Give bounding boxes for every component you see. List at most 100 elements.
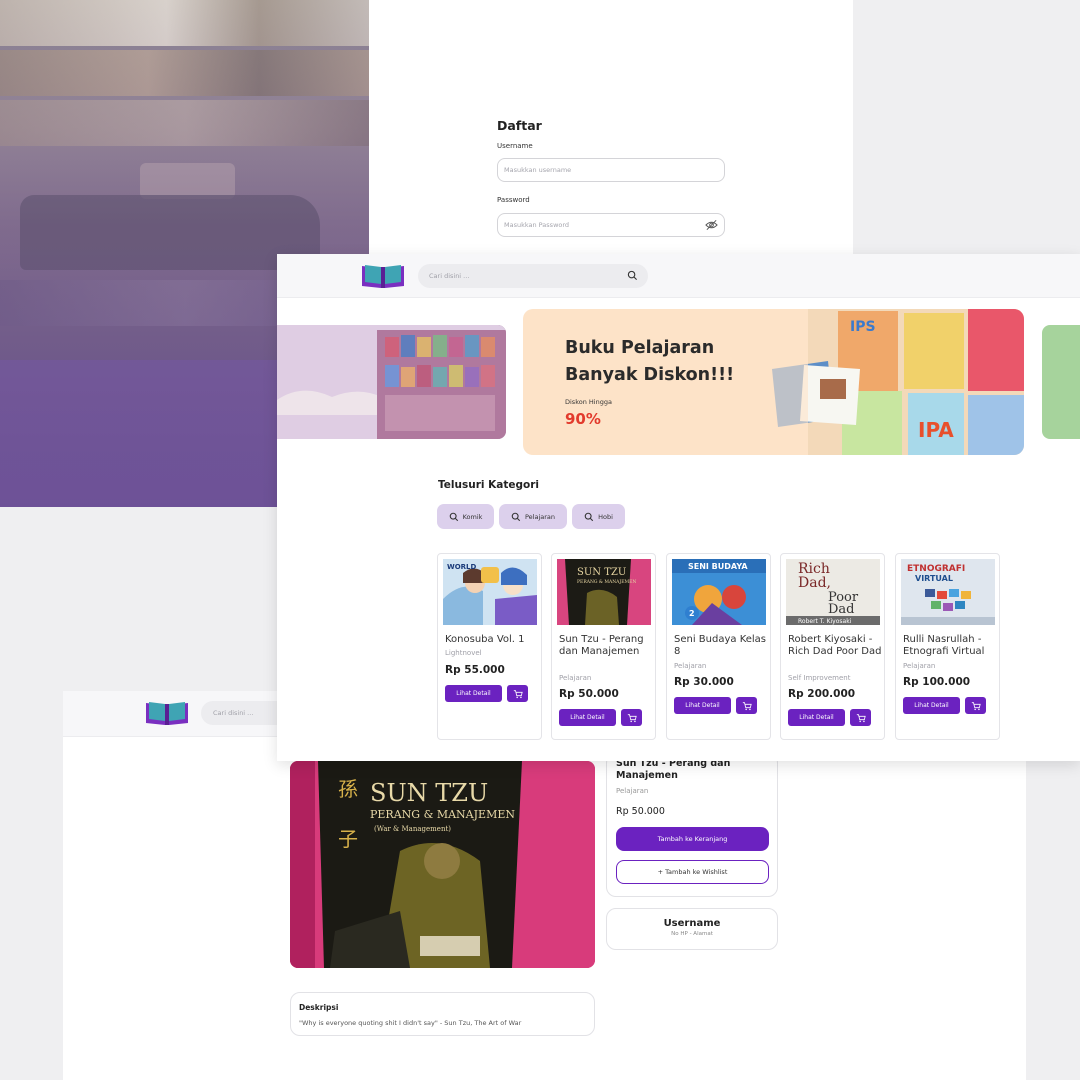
view-detail-button[interactable]: Lihat Detail — [559, 709, 616, 726]
view-detail-button[interactable]: Lihat Detail — [788, 709, 845, 726]
product-title[interactable]: Robert Kiyosaki - Rich Dad Poor Dad — [788, 634, 882, 658]
banner-slide-previous[interactable] — [277, 325, 506, 439]
detail-search-placeholder: Cari disini ... — [213, 709, 254, 717]
book-logo-icon[interactable] — [359, 262, 407, 290]
cart-icon — [513, 689, 523, 698]
product-category: Pelajaran — [559, 674, 592, 682]
banner-books-image: IPS IPA — [768, 309, 1024, 455]
description-title: Deskripsi — [299, 1003, 339, 1012]
svg-text:IPS: IPS — [850, 319, 876, 335]
category-label: Pelajaran — [524, 512, 556, 521]
category-button-hobi[interactable]: Hobi — [572, 504, 625, 529]
product-category: Pelajaran — [616, 787, 649, 795]
product-price: Rp 30.000 — [674, 676, 734, 688]
product-card[interactable]: SUN TZU PERANG & MANAJEMEN Sun Tzu - Per… — [551, 553, 656, 740]
add-to-cart-button[interactable] — [507, 685, 528, 702]
view-detail-button[interactable]: Lihat Detail — [674, 697, 731, 714]
product-price: Rp 100.000 — [903, 676, 971, 688]
product-info-card: Sun Tzu - Perang dan Manajemen Pelajaran… — [606, 753, 778, 897]
search-icon — [449, 512, 458, 521]
product-price: Rp 55.000 — [445, 664, 505, 676]
cover-tagline: (War & Management) — [374, 825, 451, 833]
cart-icon — [856, 713, 866, 722]
banner-title: Buku Pelajaran Banyak Diskon!!! — [565, 335, 734, 389]
home-navbar: Cari disini ... — [277, 254, 1080, 298]
add-to-cart-button[interactable] — [736, 697, 757, 714]
product-category: Pelajaran — [903, 662, 936, 670]
svg-text:VIRTUAL: VIRTUAL — [915, 574, 953, 583]
search-input[interactable]: Cari disini ... — [418, 264, 648, 288]
password-label: Password — [497, 196, 530, 204]
banner-discount[interactable]: IPS IPA Buku Pelajaran Banyak Diskon!!! … — [523, 309, 1024, 455]
add-to-cart-button[interactable] — [621, 709, 642, 726]
product-card[interactable]: SENI BUDAYA 2 Seni Budaya Kelas 8 Pelaja… — [666, 553, 771, 740]
svg-text:ETNOGRAFI: ETNOGRAFI — [907, 564, 965, 574]
svg-text:SUN TZU: SUN TZU — [577, 567, 626, 578]
product-cover: Rich Dad, Poor Dad Robert T. Kiyosaki — [786, 559, 880, 625]
product-title[interactable]: Rulli Nasrullah - Etnografi Virtual — [903, 634, 997, 658]
view-detail-button[interactable]: Lihat Detail — [903, 697, 960, 714]
categories-heading: Telusuri Kategori — [438, 479, 539, 491]
description-text: "Why is everyone quoting shit I didn't s… — [299, 1019, 522, 1027]
book-logo-icon[interactable] — [143, 699, 191, 727]
cart-icon — [742, 701, 752, 710]
product-card[interactable]: WORLD Konosuba Vol. 1 Lightnovel Rp 55.0… — [437, 553, 542, 740]
register-title: Daftar — [497, 118, 542, 133]
description-card: Deskripsi "Why is everyone quoting shit … — [290, 992, 595, 1036]
product-card[interactable]: ETNOGRAFI VIRTUAL Rulli Nasrullah - Etno… — [895, 553, 1000, 740]
add-to-cart-button[interactable] — [850, 709, 871, 726]
username-placeholder: Masukkan username — [504, 166, 572, 174]
banner-subtitle: Diskon Hingga — [565, 398, 612, 406]
svg-text:Robert T. Kiyosaki: Robert T. Kiyosaki — [798, 618, 852, 625]
product-title[interactable]: Sun Tzu - Perang dan Manajemen — [559, 634, 653, 658]
category-label: Hobi — [598, 512, 613, 521]
svg-text:PERANG & MANAJEMEN: PERANG & MANAJEMEN — [577, 579, 636, 585]
banner-slide-next[interactable] — [1042, 325, 1080, 439]
category-button-pelajaran[interactable]: Pelajaran — [499, 504, 567, 529]
product-title[interactable]: Seni Budaya Kelas 8 — [674, 634, 768, 658]
eye-slash-icon[interactable] — [705, 219, 718, 231]
username-label: Username — [497, 142, 533, 150]
add-to-wishlist-button[interactable]: + Tambah ke Wishlist — [616, 860, 769, 884]
svg-text:2: 2 — [689, 609, 695, 618]
product-category: Pelajaran — [674, 662, 707, 670]
product-cover: SUN TZU PERANG & MANAJEMEN — [557, 559, 651, 625]
category-button-komik[interactable]: Komik — [437, 504, 494, 529]
product-cover: SENI BUDAYA 2 — [672, 559, 766, 625]
search-placeholder: Cari disini ... — [429, 272, 470, 280]
svg-text:孫: 孫 — [338, 777, 358, 801]
banner-title-line2: Banyak Diskon!!! — [565, 365, 735, 385]
svg-text:子: 子 — [338, 827, 358, 851]
product-price: Rp 200.000 — [788, 688, 856, 700]
add-to-cart-button[interactable]: Tambah ke Keranjang — [616, 827, 769, 851]
product-title: Sun Tzu - Perang dan Manajemen — [616, 758, 731, 781]
username-input[interactable]: Masukkan username — [497, 158, 725, 182]
seller-name: Username — [663, 918, 721, 929]
product-cover: WORLD — [443, 559, 537, 625]
cart-icon — [971, 701, 981, 710]
svg-text:IPA: IPA — [918, 418, 954, 442]
product-price: Rp 50.000 — [559, 688, 619, 700]
search-icon[interactable] — [627, 270, 638, 281]
svg-text:Dad: Dad — [828, 602, 855, 617]
add-to-cart-button[interactable] — [965, 697, 986, 714]
search-icon — [584, 512, 594, 521]
svg-text:WORLD: WORLD — [447, 563, 477, 571]
seller-card[interactable]: Username No HP - Alamat — [606, 908, 778, 950]
cart-icon — [627, 713, 637, 722]
search-icon — [511, 512, 521, 521]
product-title[interactable]: Konosuba Vol. 1 — [445, 634, 539, 646]
product-card[interactable]: Rich Dad, Poor Dad Robert T. Kiyosaki Ro… — [780, 553, 885, 740]
banner-discount-percent: 90% — [565, 410, 601, 428]
product-category: Self Improvement — [788, 674, 851, 682]
register-window: Daftar Username Masukkan username Passwo… — [369, 0, 853, 270]
product-price: Rp 50.000 — [616, 806, 665, 817]
seller-contact: No HP - Alamat — [671, 931, 713, 937]
cover-title: SUN TZU — [370, 779, 488, 807]
password-placeholder: Masukkan Password — [504, 221, 570, 229]
category-label: Komik — [462, 512, 483, 521]
home-window: Cari disini ... IPS IPA Buku Pelajaran B… — [277, 254, 1080, 761]
product-category: Lightnovel — [445, 649, 482, 657]
password-input[interactable]: Masukkan Password — [497, 213, 725, 237]
view-detail-button[interactable]: Lihat Detail — [445, 685, 502, 702]
